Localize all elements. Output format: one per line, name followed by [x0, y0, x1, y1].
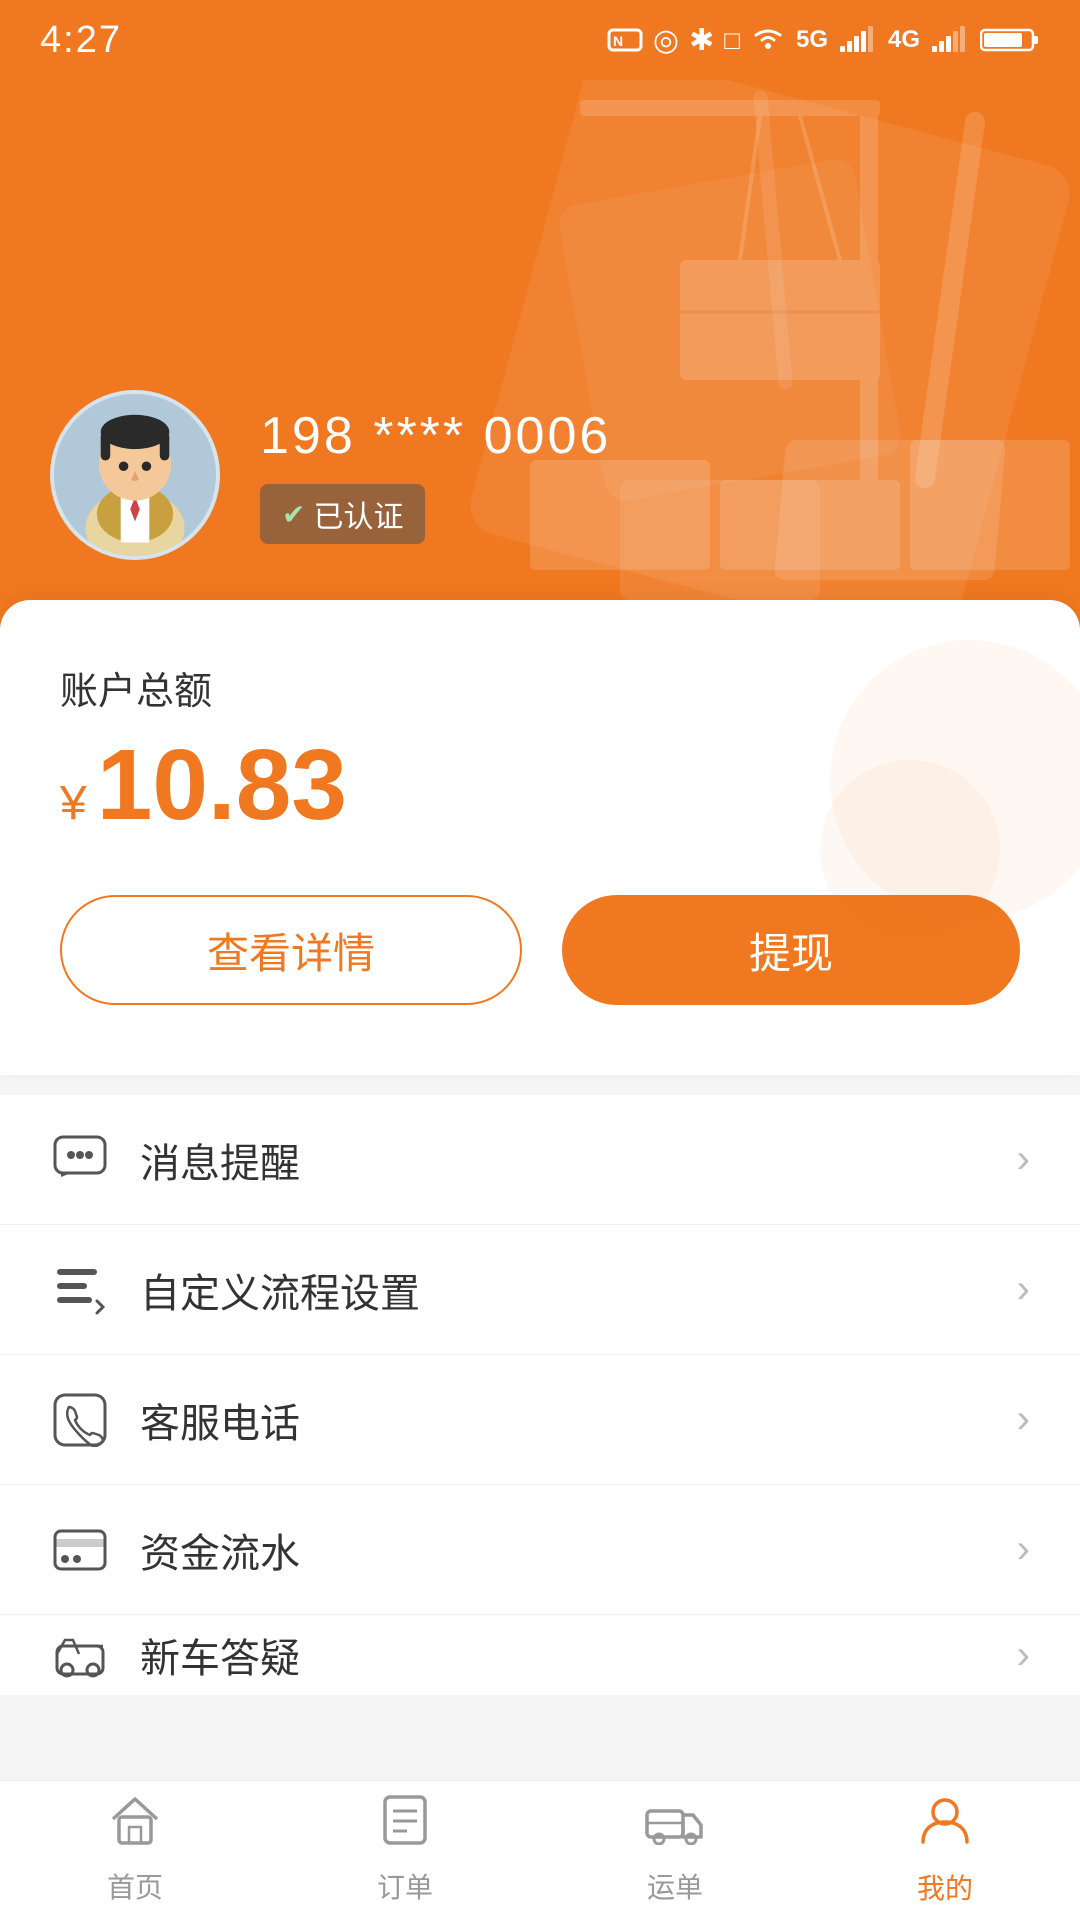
5g-icon: 5G: [796, 26, 828, 54]
bluetooth-icon: ✱: [689, 23, 714, 58]
menu-item-phone[interactable]: 客服电话 ›: [0, 1355, 1080, 1485]
account-label: 账户总额: [60, 660, 1020, 715]
workflow-label: 自定义流程设置: [140, 1261, 1017, 1319]
profile-phone: 198 **** 0006: [260, 406, 611, 466]
svg-text:N: N: [613, 33, 623, 49]
verified-check-icon: ✔: [282, 498, 305, 531]
avatar: [50, 390, 220, 560]
4g-icon: 4G: [888, 26, 920, 54]
phone-label: 客服电话: [140, 1391, 1017, 1449]
nav-mine-label: 我的: [917, 1867, 973, 1907]
verified-badge: ✔ 已认证: [260, 484, 425, 544]
mine-icon: [919, 1794, 971, 1859]
battery-icon: [980, 26, 1040, 54]
message-arrow-icon: ›: [1017, 1137, 1030, 1182]
menu-item-workflow[interactable]: 自定义流程设置 ›: [0, 1225, 1080, 1355]
profile-section: 198 **** 0006 ✔ 已认证: [50, 390, 611, 560]
message-label: 消息提醒: [140, 1131, 1017, 1189]
funds-label: 资金流水: [140, 1521, 1017, 1579]
phone-arrow-icon: ›: [1017, 1397, 1030, 1442]
status-icons: N ◎ ✱ □ 5G 4G: [607, 23, 1040, 58]
avatar-image: [54, 390, 216, 556]
amount-value: 10.83: [97, 735, 347, 835]
verified-label: 已认证: [313, 492, 403, 536]
nav-mine[interactable]: 我的: [810, 1794, 1080, 1907]
nav-orders-label: 订单: [377, 1866, 433, 1906]
partial-arrow-icon: ›: [1017, 1633, 1030, 1678]
partial-icon: [50, 1625, 110, 1685]
bottom-navigation: 首页 订单 运单: [0, 1780, 1080, 1920]
nav-shipping-label: 运单: [647, 1866, 703, 1906]
orders-icon: [379, 1795, 431, 1858]
funds-icon: [50, 1520, 110, 1580]
wifi-icon: [750, 23, 786, 58]
home-icon: [109, 1795, 161, 1858]
nav-home-label: 首页: [107, 1866, 163, 1906]
alarm-icon: ◎: [653, 23, 679, 58]
partial-label: 新车答疑: [140, 1626, 1017, 1684]
menu-item-funds[interactable]: 资金流水 ›: [0, 1485, 1080, 1615]
account-amount: ¥ 10.83: [60, 735, 1020, 835]
nav-shipping[interactable]: 运单: [540, 1795, 810, 1906]
shipping-icon: [645, 1795, 705, 1858]
workflow-arrow-icon: ›: [1017, 1267, 1030, 1312]
menu-section: 消息提醒 › 自定义流程设置 › 客服电话 ›: [0, 1095, 1080, 1695]
status-time: 4:27: [40, 19, 122, 62]
nav-home[interactable]: 首页: [0, 1795, 270, 1906]
account-card: 账户总额 ¥ 10.83 查看详情 提现: [0, 600, 1080, 1075]
view-detail-button[interactable]: 查看详情: [60, 895, 522, 1005]
menu-item-partial[interactable]: 新车答疑 ›: [0, 1615, 1080, 1695]
message-icon: [50, 1130, 110, 1190]
header-background: 198 **** 0006 ✔ 已认证: [0, 80, 1080, 640]
phone-icon: [50, 1390, 110, 1450]
signal-5g-icon: [838, 26, 878, 54]
withdraw-button[interactable]: 提现: [562, 895, 1020, 1005]
status-bar: 4:27 N ◎ ✱ □ 5G 4G: [0, 0, 1080, 80]
signal-4g-icon: [930, 26, 970, 54]
currency-symbol: ¥: [60, 776, 87, 831]
nfc-icon: N: [607, 26, 643, 54]
card-buttons: 查看详情 提现: [60, 895, 1020, 1005]
vibrate-icon: □: [724, 25, 740, 56]
menu-item-message[interactable]: 消息提醒 ›: [0, 1095, 1080, 1225]
profile-info: 198 **** 0006 ✔ 已认证: [260, 406, 611, 544]
nav-orders[interactable]: 订单: [270, 1795, 540, 1906]
funds-arrow-icon: ›: [1017, 1527, 1030, 1572]
workflow-icon: [50, 1260, 110, 1320]
